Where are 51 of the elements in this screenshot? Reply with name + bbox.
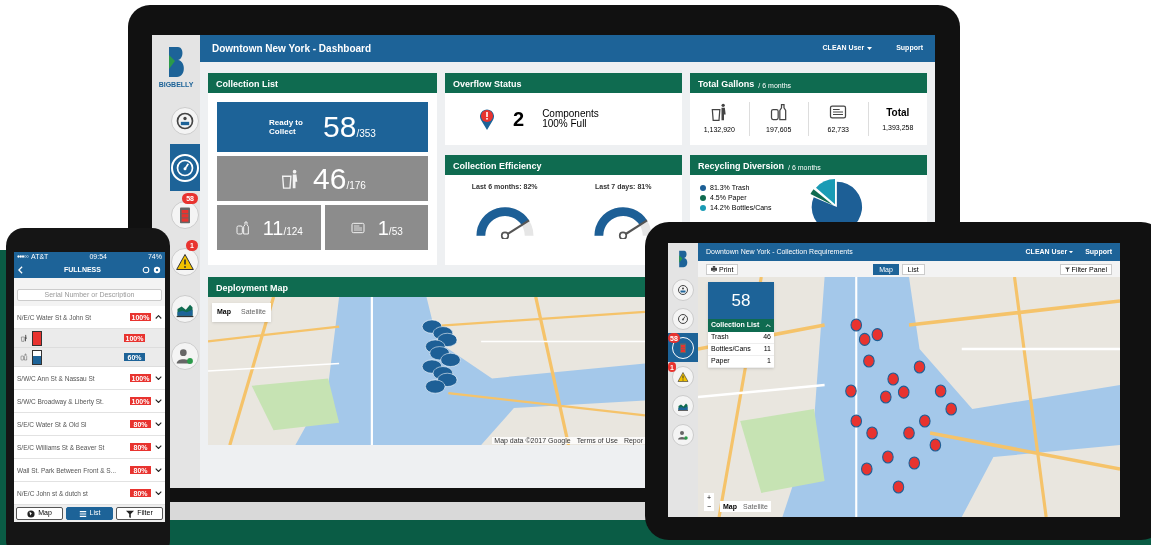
person-trash-icon [20,334,28,343]
battery-icon [677,341,689,354]
card-title: Recycling Diversion [698,162,785,171]
bottle-can-icon [234,219,251,236]
warning-icon [677,370,689,383]
list-icon [78,509,87,518]
card-title: Collection Efficiency [453,162,542,171]
caret-icon [1069,250,1074,254]
overflow-label: 100% Full [542,119,587,129]
refresh-icon[interactable] [142,265,150,274]
chevron-down-icon[interactable] [154,399,162,404]
tile-label: Ready to Collect [269,118,304,136]
tile-count: 11/124 [262,217,303,238]
caret-icon [867,47,873,50]
printer-icon [711,266,717,272]
sidebar-item[interactable] [170,144,200,191]
tile-count: 58/353 [323,112,376,142]
filter-icon [1064,266,1070,272]
overflow-label: Components [542,109,599,119]
chevron-down-icon[interactable] [154,491,162,496]
warning-icon [175,251,195,272]
card-title: Total Gallons [698,80,755,89]
back-icon[interactable] [18,265,23,274]
card-title: Collection List [216,80,278,89]
bottle-can-icon [768,102,789,123]
total-label: Total [886,105,910,120]
signal-icon [17,255,29,259]
card-title: Deployment Map [216,284,288,293]
alert-pin-icon [479,108,495,130]
tile-count: 1/53 [377,217,403,238]
chevron-down-icon[interactable] [154,445,162,450]
logo-icon [677,249,689,269]
chevron-down-icon[interactable] [154,376,162,381]
chevron-down-icon[interactable] [154,422,162,427]
filter-icon [126,509,135,518]
speedometer-icon [175,157,195,178]
settings-icon[interactable] [153,265,161,274]
speedometer-icon [677,312,689,325]
card-title: Overflow Status [453,80,522,89]
bottle-can-icon [20,353,28,362]
summary-count: 58 [708,282,774,319]
chevron-up-icon[interactable] [154,315,162,320]
collection-tile[interactable]: Ready to Collect 58/353 [217,102,428,152]
globe-icon [27,509,36,518]
dashboard-icon [677,283,689,296]
overflow-count: 2 [513,107,525,132]
tile-count: 46/176 [313,163,366,194]
user-gear-icon [677,428,689,441]
page-title: Downtown New York - Dashboard [212,42,372,56]
chevron-down-icon[interactable] [154,468,162,473]
dashboard-icon [175,110,195,131]
